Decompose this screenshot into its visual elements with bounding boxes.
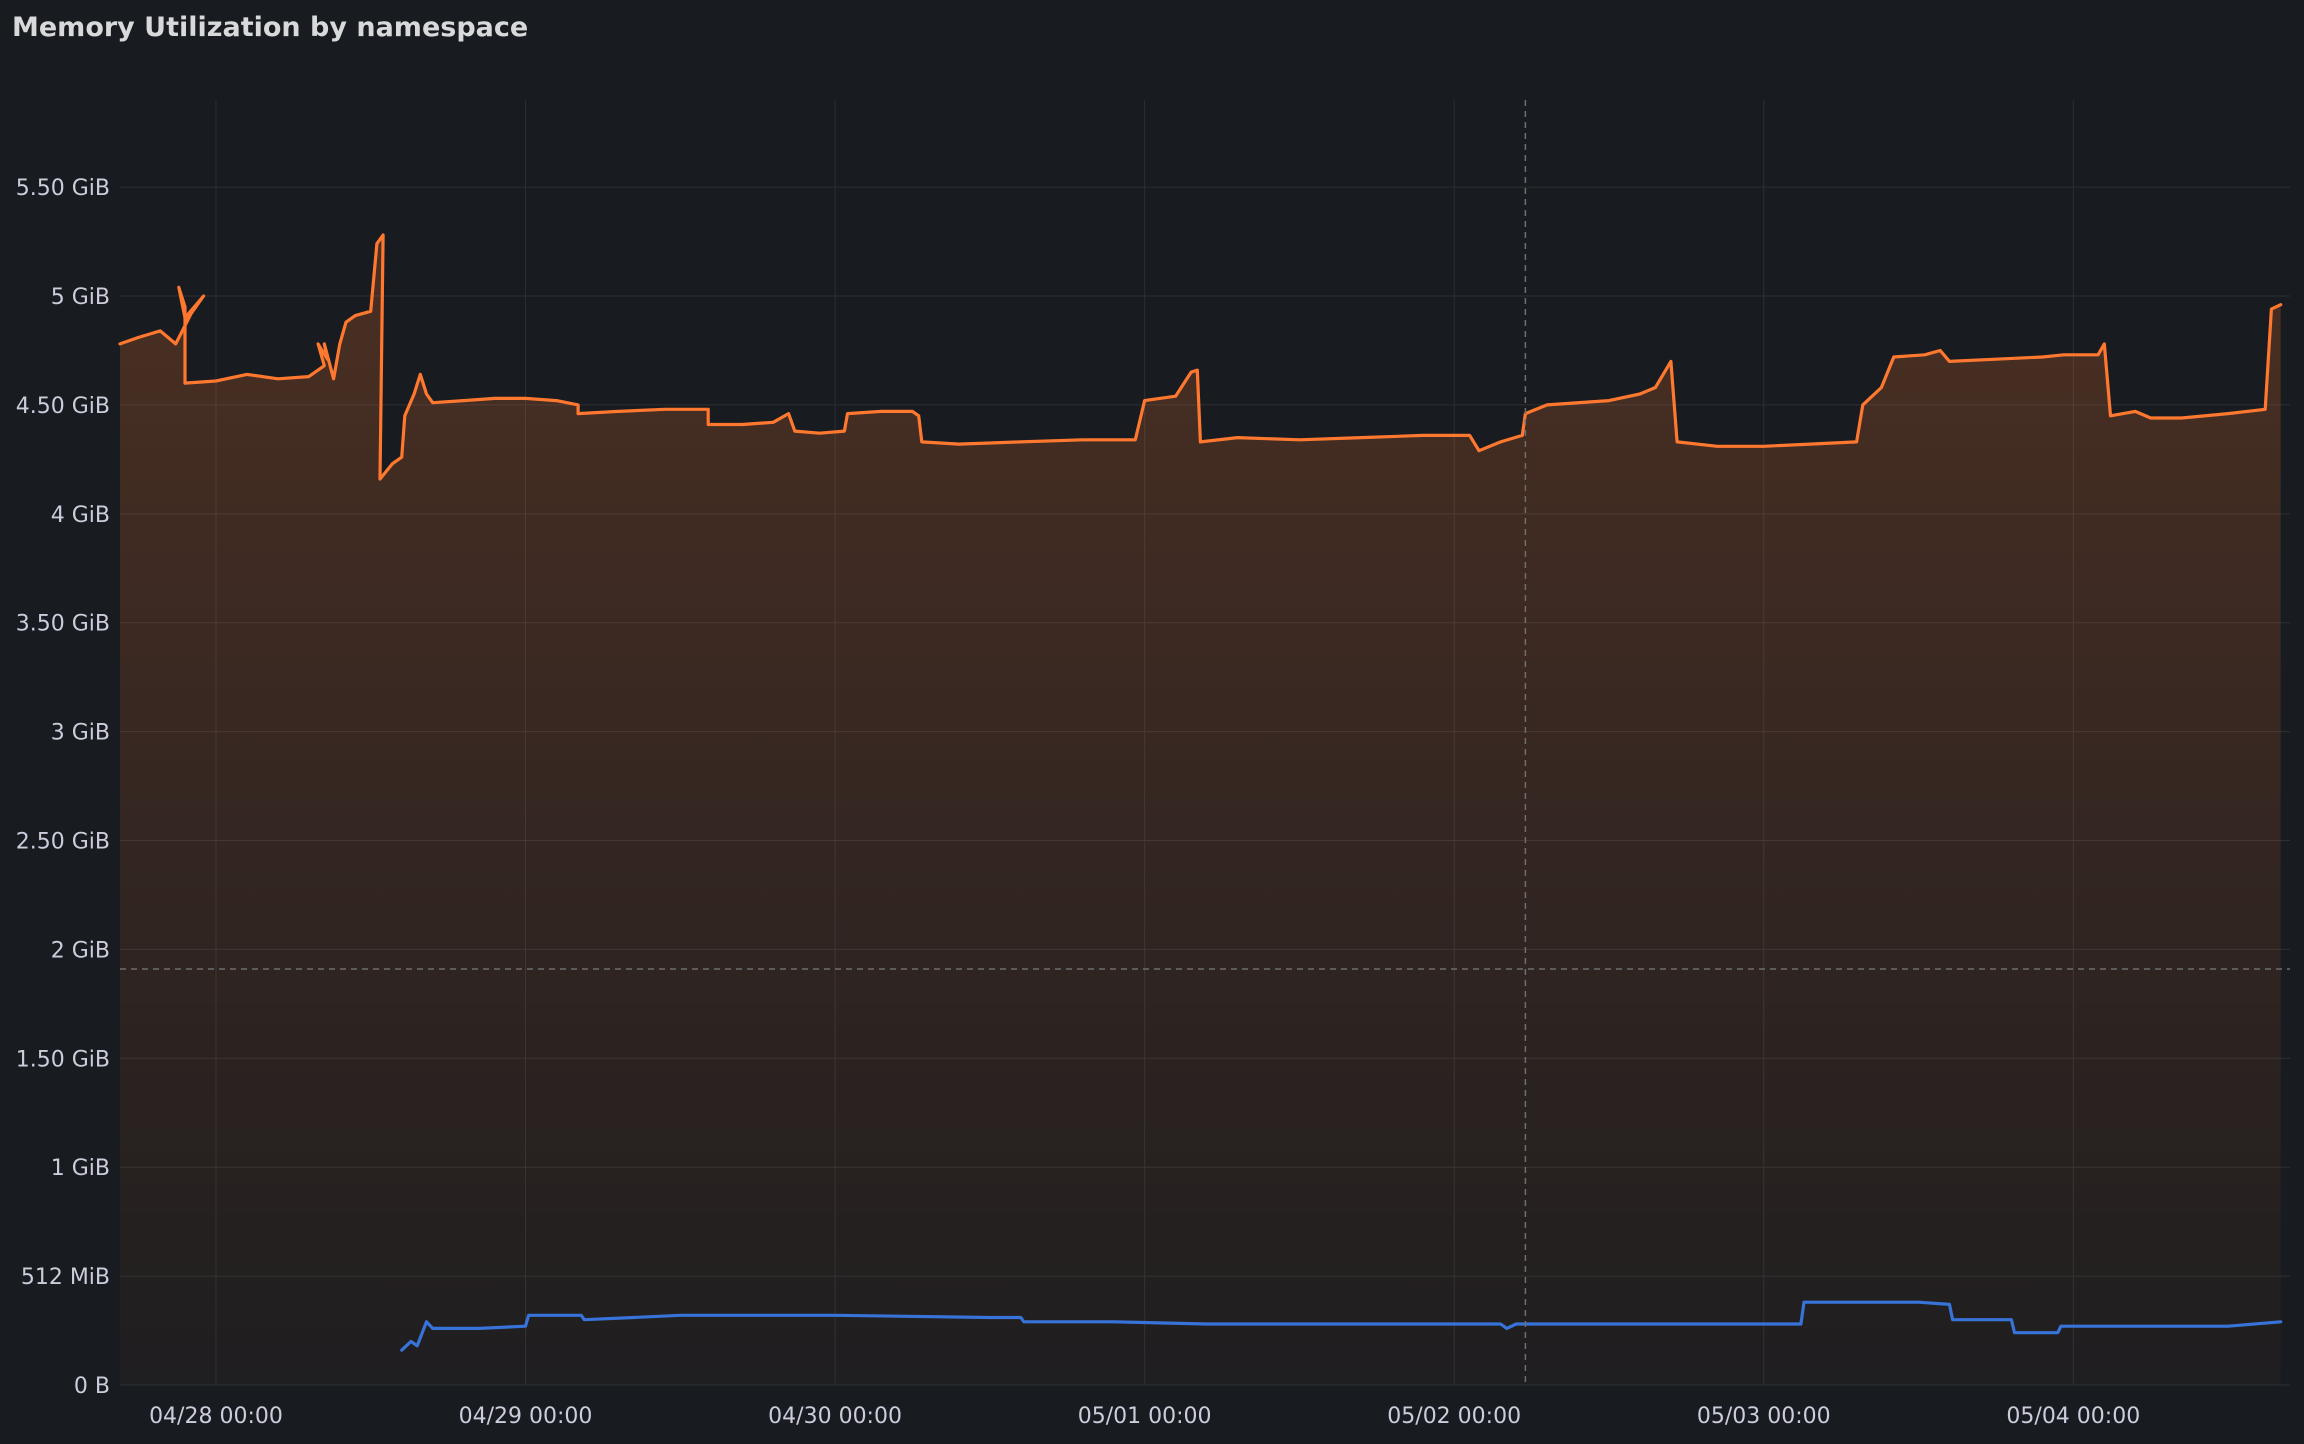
- chart-panel: Memory Utilization by namespace 0 B 512 M…: [0, 0, 2304, 1444]
- y-tick-label: 5.50 GiB: [16, 176, 110, 201]
- x-tick-label: 05/01 00:00: [1078, 1404, 1212, 1429]
- line-chart[interactable]: 0 B 512 MiB 1 GiB 1.50 GiB 2 GiB 2.50 GiB 3 Gi…: [0, 0, 2304, 1444]
- y-axis-labels: 0 B 512 MiB 1 GiB 1.50 GiB 2 GiB 2.50 GiB 3 Gi…: [16, 176, 110, 1399]
- x-tick-label: 04/28 00:00: [149, 1404, 283, 1429]
- x-tick-label: 04/30 00:00: [768, 1404, 902, 1429]
- x-tick-label: 05/03 00:00: [1697, 1404, 1831, 1429]
- x-tick-label: 05/02 00:00: [1387, 1404, 1521, 1429]
- y-tick-label: 1.50 GiB: [16, 1047, 110, 1072]
- y-tick-label: 2 GiB: [51, 938, 110, 963]
- x-tick-label: 04/29 00:00: [459, 1404, 593, 1429]
- x-tick-label: 05/04 00:00: [2006, 1404, 2140, 1429]
- y-tick-label: 2.50 GiB: [16, 830, 110, 855]
- y-tick-label: 3 GiB: [51, 721, 110, 746]
- y-tick-label: 3.50 GiB: [16, 612, 110, 637]
- x-axis-labels: 04/28 00:00 04/29 00:00 04/30 00:00 05/01 0…: [149, 1404, 2140, 1429]
- y-tick-label: 1 GiB: [51, 1156, 110, 1181]
- y-tick-label: 4 GiB: [51, 503, 110, 528]
- y-tick-label: 512 MiB: [21, 1265, 110, 1290]
- y-tick-label: 0 B: [74, 1374, 110, 1399]
- y-tick-label: 4.50 GiB: [16, 394, 110, 419]
- y-tick-label: 5 GiB: [51, 285, 110, 310]
